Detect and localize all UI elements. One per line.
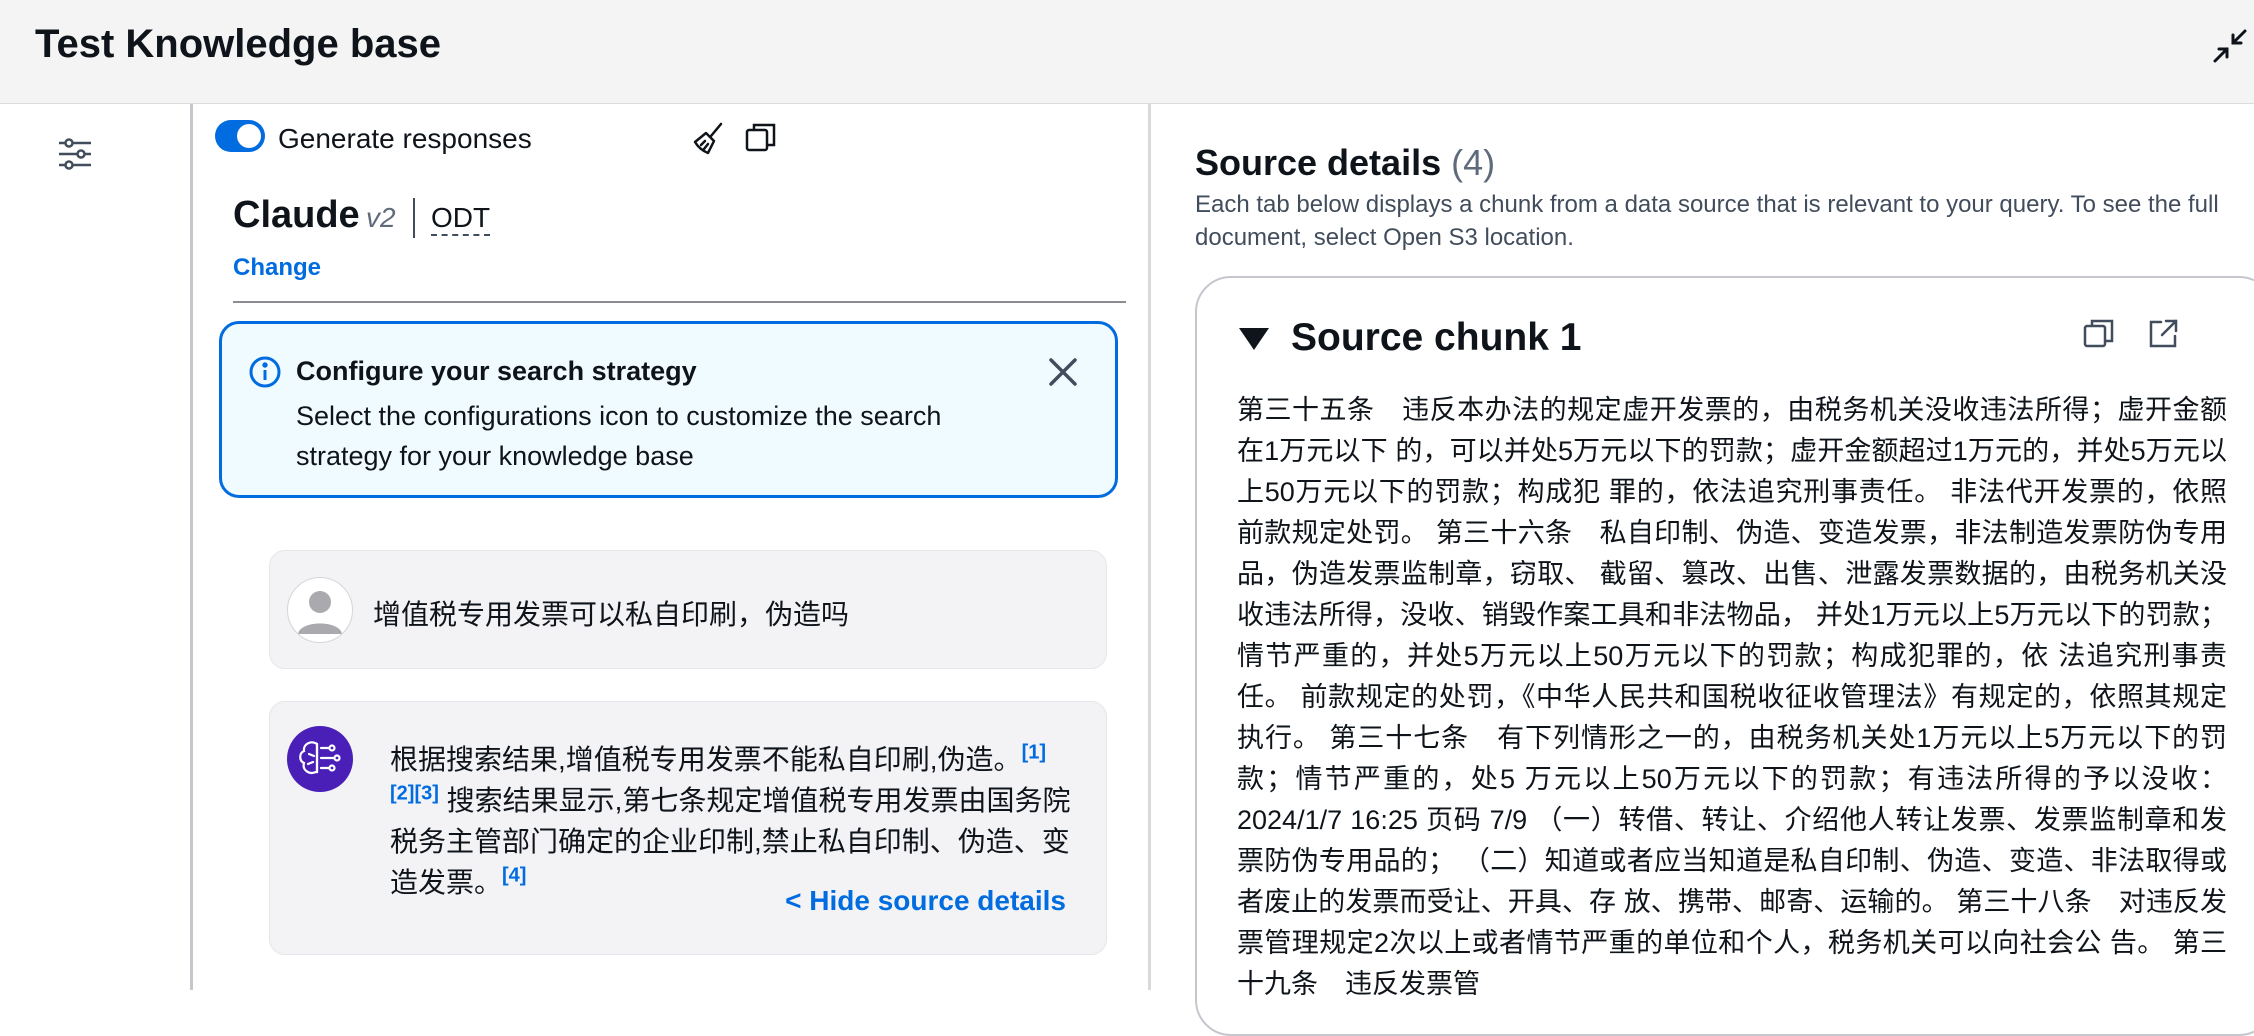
source-chunk-card: Source chunk 1 第三十五条 违反本办法的规定虚开发票的，由税务机关… xyxy=(1195,276,2254,1036)
citation-3[interactable]: [3] xyxy=(414,783,438,805)
settings-sliders-icon[interactable] xyxy=(55,134,95,174)
assistant-message-text: 根据搜索结果,增值税专用发票不能私自印刷,伪造。[1] [2][3] 搜索结果显示… xyxy=(390,739,1090,903)
source-chunk-title[interactable]: Source chunk 1 xyxy=(1291,316,1581,360)
assistant-message: 根据搜索结果,增值税专用发票不能私自印刷,伪造。[1] [2][3] 搜索结果显示… xyxy=(269,701,1107,955)
citation-1[interactable]: [1] xyxy=(1022,742,1046,764)
source-count: (4) xyxy=(1451,142,1496,183)
source-details-title-text: Source details xyxy=(1195,142,1442,183)
info-icon xyxy=(248,355,282,389)
external-link-icon[interactable] xyxy=(2145,316,2181,352)
collapse-icon[interactable] xyxy=(2212,28,2248,64)
caret-down-icon[interactable] xyxy=(1239,328,1269,350)
brain-icon xyxy=(287,726,353,792)
hide-source-details-link[interactable]: < Hide source details xyxy=(785,885,1066,917)
user-icon xyxy=(287,577,353,643)
toggle-knob xyxy=(237,124,261,148)
assistant-text-part2: 搜索结果显示,第七条规定增值税专用发票由国务院税务主管部门确定的企业印制,禁止私… xyxy=(390,785,1071,898)
source-description: Each tab below displays a chunk from a d… xyxy=(1195,191,2219,251)
search-strategy-alert: Configure your search strategy Select th… xyxy=(219,321,1118,498)
alert-title: Configure your search strategy xyxy=(296,356,697,386)
page-title: Test Knowledge base xyxy=(35,22,442,66)
citation-4[interactable]: [4] xyxy=(502,865,526,887)
broom-icon[interactable] xyxy=(691,120,727,156)
source-details-title: Source details (4) xyxy=(1195,142,1495,184)
copy-icon[interactable] xyxy=(743,120,779,156)
assistant-text-part1: 根据搜索结果,增值税专用发票不能私自印刷,伪造。 xyxy=(390,744,1022,775)
user-message: 增值税专用发票可以私自印刷，伪造吗 xyxy=(269,550,1107,669)
generate-responses-label: Generate responses xyxy=(278,123,532,154)
source-details-panel: Source details (4) Each tab below displa… xyxy=(1148,104,2254,1036)
model-name: Claude xyxy=(233,194,360,236)
alert-body: Select the configurations icon to custom… xyxy=(296,401,942,471)
generate-responses-toggle[interactable] xyxy=(215,120,265,152)
model-tag[interactable]: ODT xyxy=(431,202,491,236)
model-version: v2 xyxy=(366,202,396,233)
left-rail xyxy=(0,104,193,990)
change-model-link[interactable]: Change xyxy=(233,254,321,282)
model-separator xyxy=(413,198,415,238)
header: Test Knowledge base xyxy=(0,0,2254,105)
copy-icon[interactable] xyxy=(2081,316,2117,352)
citation-2[interactable]: [2] xyxy=(390,783,414,805)
user-message-text: 增值税专用发票可以私自印刷，伪造吗 xyxy=(373,599,850,630)
source-chunk-text: 第三十五条 违反本办法的规定虚开发票的，由税务机关没收违法所得；虚开金额在1万元… xyxy=(1237,395,2227,999)
divider xyxy=(233,301,1126,303)
close-icon[interactable] xyxy=(1045,354,1081,390)
chat-panel: Generate responses Claude v2 ODT Change … xyxy=(193,104,1148,990)
